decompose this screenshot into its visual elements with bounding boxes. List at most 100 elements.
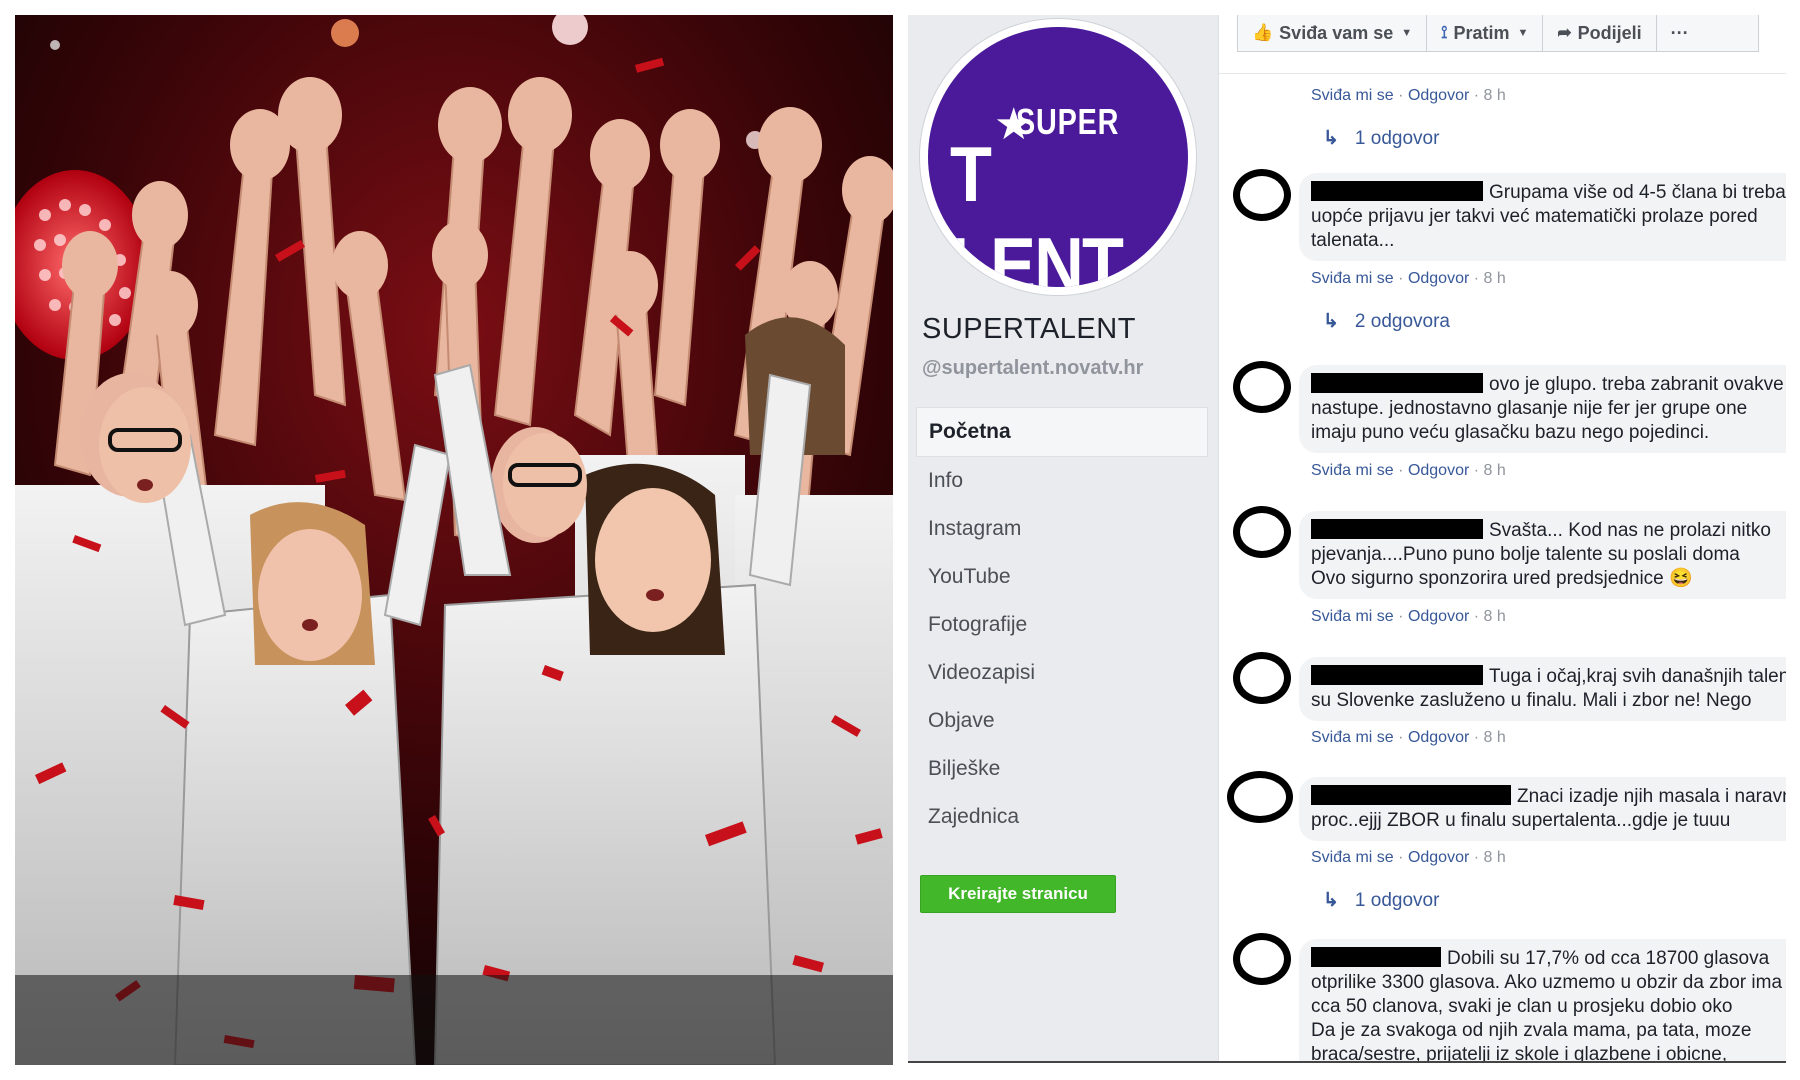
nav-item-videozapisi[interactable]: Videozapisi	[916, 649, 1208, 697]
nav-item-pocetna[interactable]: Početna	[916, 407, 1208, 457]
divider	[908, 1061, 1786, 1063]
comment-meta: Sviđa mi se · Odgovor · 8 h	[1311, 729, 1506, 747]
comment-text: uopće prijavu jer takvi već matematički …	[1311, 206, 1758, 227]
redacted-name	[1311, 785, 1511, 805]
like-link[interactable]: Sviđa mi se	[1311, 270, 1394, 287]
follow-label: Pratim	[1453, 22, 1510, 43]
avatar[interactable]	[1233, 361, 1291, 413]
separator: ·	[1398, 87, 1404, 104]
separator: ·	[1473, 608, 1480, 625]
comment-bubble: Svašta... Kod nas ne prolazi nitko pjeva…	[1299, 511, 1786, 599]
separator: ·	[1398, 462, 1404, 479]
separator: ·	[1473, 729, 1480, 746]
rss-icon: ⟟	[1441, 23, 1448, 42]
view-replies-link[interactable]: ↳ 1 odgovor	[1323, 127, 1439, 150]
separator: ·	[1473, 849, 1480, 866]
supertalent-logo: ★ SUPER TLENT	[928, 27, 1188, 287]
replies-count: 1 odgovor	[1354, 890, 1440, 911]
separator: ·	[1398, 729, 1404, 746]
view-replies-link[interactable]: ↳ 2 odgovora	[1323, 310, 1450, 333]
like-link[interactable]: Sviđa mi se	[1311, 729, 1394, 746]
nav-item-fotografije[interactable]: Fotografije	[916, 601, 1208, 649]
comment-text: imaju puno veću glasačku bazu nego pojed…	[1311, 422, 1710, 443]
comment-text: ovo je glupo. treba zabranit ovakve	[1489, 374, 1784, 395]
redacted-name	[1311, 373, 1483, 393]
nav-item-instagram[interactable]: Instagram	[916, 505, 1208, 553]
comment-bubble: Znaci izadje njih masala i naravno proc.…	[1299, 777, 1786, 841]
comment-text: Svašta... Kod nas ne prolazi nitko	[1489, 520, 1771, 541]
follow-button[interactable]: ⟟ Pratim ▼	[1427, 15, 1544, 51]
separator: ·	[1398, 849, 1404, 866]
comments-column: 👍 Sviđa vam se ▼ ⟟ Pratim ▼ ➦ Podijeli ··· Sv…	[1218, 15, 1786, 1063]
avatar[interactable]	[1233, 652, 1291, 704]
share-arrow-icon: ➦	[1557, 23, 1572, 42]
create-page-button[interactable]: Kreirajte stranicu	[920, 875, 1116, 913]
more-options-button[interactable]: ···	[1657, 15, 1703, 51]
comment-text: cca 50 clanova, svaki je clan u prosjeku…	[1311, 996, 1733, 1017]
comment-bubble: Dobili su 17,7% od cca 18700 glasova otp…	[1299, 939, 1786, 1063]
reply-link[interactable]: Odgovor	[1408, 849, 1469, 866]
choir-photo	[15, 15, 893, 1065]
profile-picture-frame[interactable]: ★ SUPER TLENT	[920, 19, 1196, 295]
reply-arrow-icon: ↳	[1323, 890, 1339, 911]
timestamp: 8 h	[1483, 270, 1506, 287]
comment-bubble: ovo je glupo. treba zabranit ovakve nast…	[1299, 365, 1786, 453]
facebook-page: ★ SUPER TLENT SUPERTALENT @supertalent.n…	[908, 15, 1786, 1063]
divider	[1219, 73, 1786, 74]
page-action-bar: 👍 Sviđa vam se ▼ ⟟ Pratim ▼ ➦ Podijeli ···	[1237, 15, 1759, 52]
choir-stage-image	[15, 15, 893, 1065]
nav-item-youtube[interactable]: YouTube	[916, 553, 1208, 601]
like-link[interactable]: Sviđa mi se	[1311, 462, 1394, 479]
comment-text: braca/sestre, prijatelji iz skole i glaz…	[1311, 1044, 1728, 1063]
comment-bubble: Grupama više od 4-5 člana bi trebalo uop…	[1299, 173, 1786, 261]
nav-item-objave[interactable]: Objave	[916, 697, 1208, 745]
reply-link[interactable]: Odgovor	[1408, 87, 1469, 104]
comment-text: Znaci izadje njih masala i naravno	[1517, 786, 1786, 807]
separator: ·	[1398, 270, 1404, 287]
timestamp: 8 h	[1483, 87, 1506, 104]
replies-count: 1 odgovor	[1354, 128, 1440, 149]
comment-text: Dobili su 17,7% od cca 18700 glasova	[1447, 948, 1770, 969]
share-button[interactable]: ➦ Podijeli	[1543, 15, 1657, 51]
comment-meta: Sviđa mi se · Odgovor · 8 h	[1311, 608, 1506, 626]
like-link[interactable]: Sviđa mi se	[1311, 849, 1394, 866]
reply-link[interactable]: Odgovor	[1408, 729, 1469, 746]
redacted-name	[1311, 947, 1441, 967]
page-name: SUPERTALENT	[922, 313, 1136, 345]
separator: ·	[1473, 270, 1480, 287]
like-page-label: Sviđa vam se	[1279, 22, 1394, 43]
page-sidebar: ★ SUPER TLENT SUPERTALENT @supertalent.n…	[908, 15, 1218, 1063]
comment-bubble: Tuga i očaj,kraj svih današnjih talenata…	[1299, 657, 1786, 721]
comment-text: proc..ejjj ZBOR u finalu supertalenta...…	[1311, 810, 1731, 831]
reply-arrow-icon: ↳	[1323, 128, 1339, 149]
comment-text: Ovo sigurno sponzorira ured predsjednice…	[1311, 568, 1693, 589]
chevron-down-icon: ▼	[1401, 27, 1413, 39]
redacted-name	[1311, 519, 1483, 539]
comment-text: pjevanja....Puno puno bolje talente su p…	[1311, 544, 1740, 565]
comment-text: nastupe. jednostavno glasanje nije fer j…	[1311, 398, 1748, 419]
reply-link[interactable]: Odgovor	[1408, 608, 1469, 625]
reply-link[interactable]: Odgovor	[1408, 462, 1469, 479]
timestamp: 8 h	[1483, 729, 1506, 746]
view-replies-link[interactable]: ↳ 1 odgovor	[1323, 889, 1439, 912]
avatar[interactable]	[1233, 933, 1291, 985]
nav-item-info[interactable]: Info	[916, 457, 1208, 505]
logo-talent-text: TLENT	[950, 130, 1124, 287]
like-link[interactable]: Sviđa mi se	[1311, 87, 1394, 104]
comment-meta: Sviđa mi se · Odgovor · 8 h	[1311, 849, 1506, 867]
reply-link[interactable]: Odgovor	[1408, 270, 1469, 287]
share-label: Podijeli	[1577, 22, 1642, 43]
like-page-button[interactable]: 👍 Sviđa vam se ▼	[1238, 15, 1428, 51]
avatar[interactable]	[1227, 771, 1293, 823]
avatar[interactable]	[1233, 169, 1291, 221]
nav-item-biljeske[interactable]: Bilješke	[916, 745, 1208, 793]
comment-text: talenata...	[1311, 230, 1395, 251]
redacted-name	[1311, 181, 1483, 201]
separator: ·	[1473, 87, 1480, 104]
like-link[interactable]: Sviđa mi se	[1311, 608, 1394, 625]
comment-text: Grupama više od 4-5 člana bi trebalo	[1489, 182, 1786, 203]
nav-item-zajednica[interactable]: Zajednica	[916, 793, 1208, 841]
page-handle[interactable]: @supertalent.novatv.hr	[922, 357, 1143, 380]
comment-text: Da je za svakoga od njih zvala mama, pa …	[1311, 1020, 1752, 1041]
avatar[interactable]	[1233, 506, 1291, 558]
